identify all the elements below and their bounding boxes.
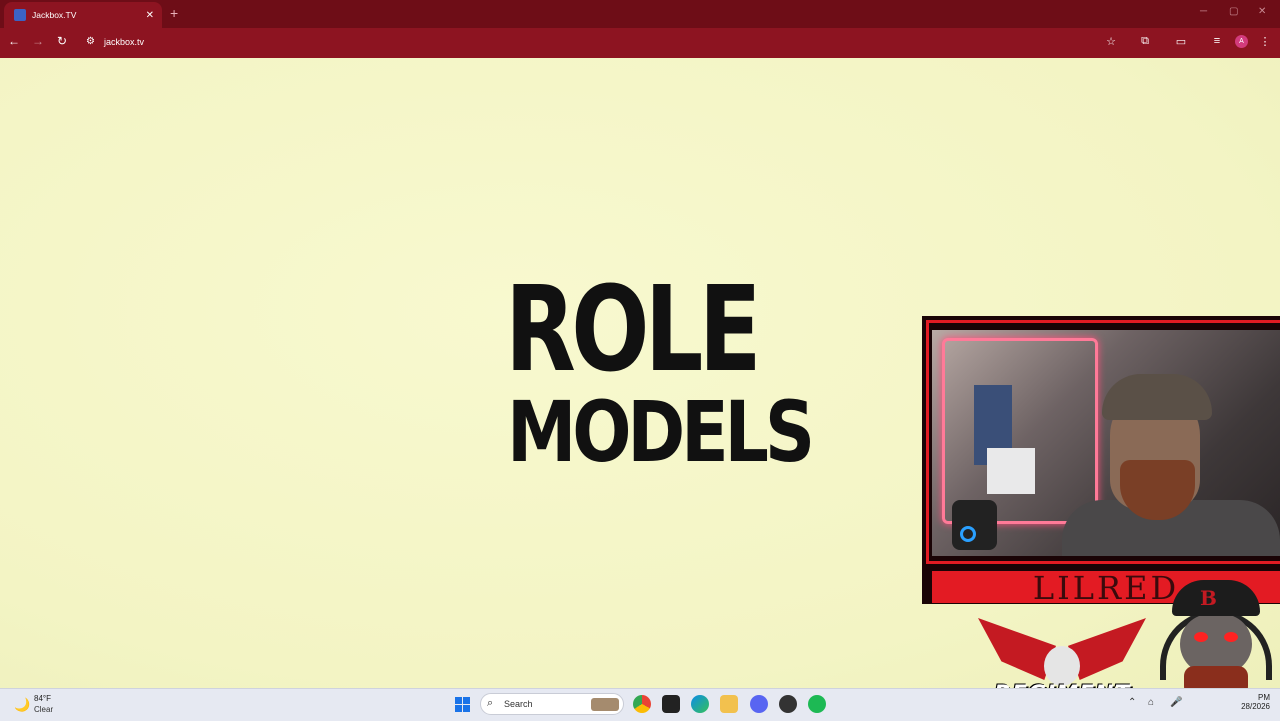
spotify-app-icon[interactable] <box>808 695 826 713</box>
window-close-icon[interactable]: ✕ <box>1258 6 1266 17</box>
bookmark-star-icon[interactable]: ☆ <box>1103 35 1119 48</box>
minimize-icon[interactable]: ─ <box>1200 6 1207 17</box>
new-tab-button[interactable]: + <box>170 5 178 21</box>
moon-icon[interactable]: 🌙 <box>14 697 30 713</box>
file-explorer-icon[interactable] <box>720 695 738 713</box>
jackbox-favicon-icon <box>14 9 26 21</box>
taskbar-search[interactable]: ⌕ Search <box>480 693 624 715</box>
tab-title: Jackbox.TV <box>32 10 77 20</box>
tab-bar <box>0 0 1280 28</box>
reload-icon[interactable]: ↻ <box>54 34 70 48</box>
reading-list-icon[interactable]: ≡ <box>1209 35 1225 47</box>
taskbar-clock[interactable]: PM 28/2026 <box>1238 693 1270 711</box>
role-models-logo: ROLE MODELS <box>505 260 815 481</box>
edge-app-icon[interactable] <box>691 695 709 713</box>
skull-eye-left <box>1194 632 1208 642</box>
skull-face <box>1180 614 1252 674</box>
search-label: Search <box>504 699 533 709</box>
webcam-border <box>926 320 1280 564</box>
microphone-tray-icon[interactable]: 🎤 <box>1170 697 1182 708</box>
profile-avatar[interactable]: A <box>1235 35 1248 48</box>
tab-jackbox[interactable]: Jackbox.TV ✕ <box>4 2 162 28</box>
eagle-wing-right <box>1068 618 1146 680</box>
menu-kebab-icon[interactable]: ⋮ <box>1257 35 1273 48</box>
tab-close-icon[interactable]: ✕ <box>146 10 154 21</box>
discord-app-icon[interactable] <box>750 695 768 713</box>
back-arrow-icon[interactable]: ← <box>6 34 22 48</box>
address-bar[interactable]: jackbox.tv <box>104 37 144 47</box>
streaming-app-icon[interactable] <box>662 695 680 713</box>
weather-temperature[interactable]: 84°F <box>34 694 51 703</box>
search-icon: ⌕ <box>487 697 494 709</box>
obs-app-icon[interactable] <box>779 695 797 713</box>
browser-toolbar <box>0 28 1280 58</box>
network-icon[interactable]: ⌂ <box>1148 697 1154 708</box>
skull-eye-right <box>1224 632 1238 642</box>
media-icon[interactable]: ▭ <box>1173 35 1189 48</box>
clock-date: 28/2026 <box>1241 702 1270 711</box>
clock-time: PM <box>1258 693 1270 702</box>
weather-condition[interactable]: Clear <box>34 705 53 714</box>
site-info-icon[interactable]: ⚙ <box>86 36 95 47</box>
forward-arrow-icon[interactable]: → <box>30 34 46 48</box>
logo-line-role: ROLE <box>505 260 762 398</box>
logo-line-models: MODELS <box>507 383 815 481</box>
cap-logo-icon: B <box>1200 586 1217 610</box>
webcam-overlay: LILRED <box>922 316 1280 606</box>
chrome-app-icon[interactable] <box>633 695 651 713</box>
eagle-emblem-icon <box>1044 646 1080 686</box>
windows-start-icon[interactable] <box>455 697 470 712</box>
extensions-icon[interactable]: ⧉ <box>1137 35 1153 48</box>
search-highlight-image <box>591 698 619 711</box>
tray-chevron-icon[interactable]: ⌃ <box>1128 697 1136 708</box>
maximize-icon[interactable]: ▢ <box>1229 6 1238 17</box>
